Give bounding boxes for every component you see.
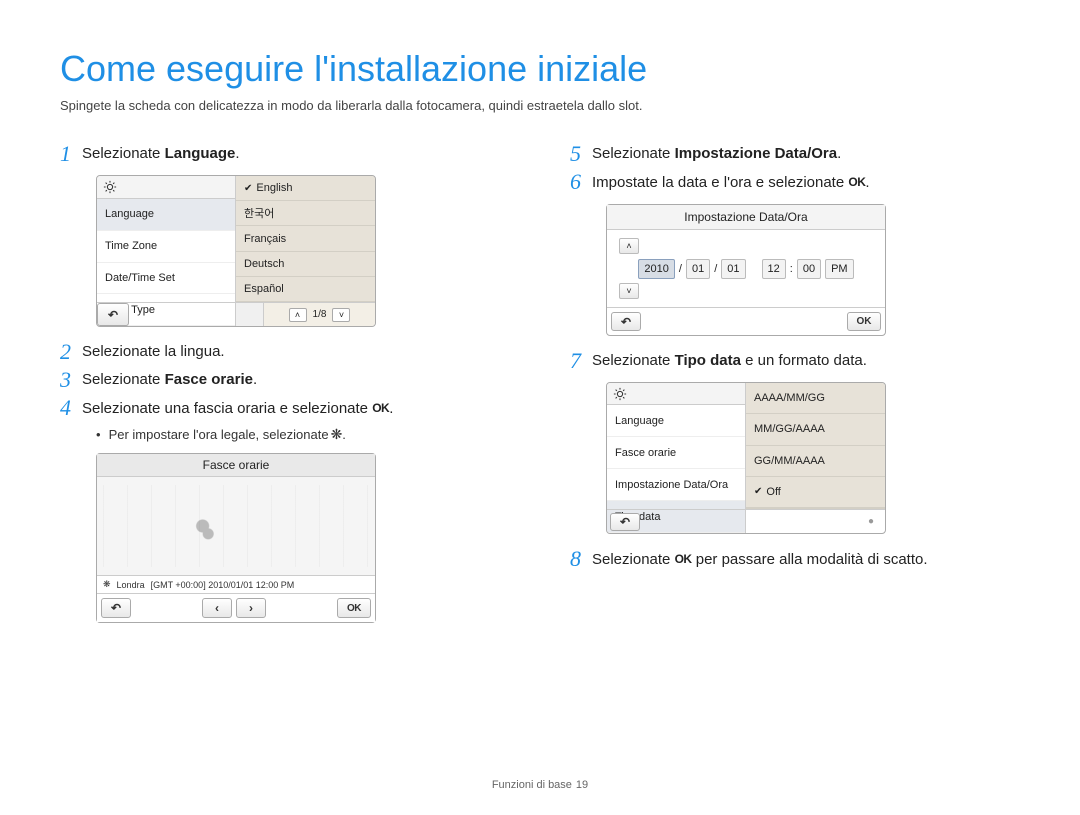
page-title: Come eseguire l'installazione iniziale — [60, 48, 1020, 90]
list-item[interactable]: Español — [236, 277, 375, 302]
prev-button[interactable]: ‹ — [202, 598, 232, 618]
dst-icon: ❋ — [331, 426, 343, 443]
back-button[interactable]: ↶ — [611, 312, 641, 331]
step-text-2: Selezionate la lingua. — [82, 341, 225, 363]
gear-header — [97, 176, 236, 198]
next-button[interactable]: › — [236, 598, 266, 618]
pager: ˄ 1/8 ˅ — [263, 303, 375, 326]
step-num-4: 4 — [60, 397, 82, 419]
step-num-7: 7 — [570, 350, 592, 372]
ok-icon: OK — [372, 397, 389, 419]
back-button[interactable]: ↶ — [101, 598, 131, 618]
year-field[interactable]: 2010 — [638, 259, 674, 279]
list-item[interactable]: Off — [746, 477, 885, 508]
page-footer: Funzioni di base19 — [0, 779, 1080, 791]
dst-icon[interactable]: ❋ — [103, 579, 111, 590]
list-item[interactable]: GG/MM/AAAA — [746, 446, 885, 477]
language-screen: Language Time Zone Date/Time Set Date Ty… — [96, 175, 376, 327]
value-up-button[interactable]: ˄ — [619, 238, 639, 254]
minute-field[interactable]: 00 — [797, 259, 821, 279]
tz-title: Fasce orarie — [97, 454, 375, 477]
tz-city: Londra — [117, 580, 145, 590]
back-button[interactable]: ↶ — [610, 513, 640, 531]
list-item[interactable]: Deutsch — [236, 252, 375, 277]
list-item[interactable]: 한국어 — [236, 201, 375, 226]
step4-subnote: Per impostare l'ora legale, selezionate … — [96, 426, 510, 443]
pager-label: 1/8 — [313, 309, 327, 320]
ok-button[interactable]: OK — [847, 312, 881, 331]
step-num-1: 1 — [60, 143, 82, 165]
step-text-3: Selezionate Fasce orarie. — [82, 369, 257, 391]
step-text-5: Selezionate Impostazione Data/Ora. — [592, 143, 841, 165]
page-down-button[interactable]: ˅ — [332, 308, 350, 322]
timezone-screen: Fasce orarie ❋ Londra [GMT +00:00] 2010/… — [96, 453, 376, 623]
intro-text: Spingete la scheda con delicatezza in mo… — [60, 98, 1020, 113]
gear-header — [607, 383, 746, 405]
step-num-3: 3 — [60, 369, 82, 391]
indicator-dot: ● — [868, 516, 874, 527]
step-text-7: Selezionate Tipo data e un formato data. — [592, 350, 867, 372]
gear-icon — [103, 180, 117, 194]
dt-title: Impostazione Data/Ora — [607, 205, 885, 230]
list-item[interactable]: AAAA/MM/GG — [746, 383, 885, 414]
back-button[interactable]: ↶ — [97, 303, 129, 326]
month-field[interactable]: 01 — [686, 259, 710, 279]
settings-right-list: AAAA/MM/GG MM/GG/AAAA GG/MM/AAAA Off — [746, 383, 885, 509]
step-num-6: 6 — [570, 171, 592, 193]
list-item[interactable]: Language — [97, 199, 235, 231]
gear-icon — [613, 387, 627, 401]
ampm-field[interactable]: PM — [825, 259, 854, 279]
step-text-1: Selezionate Language. — [82, 143, 240, 165]
step-num-8: 8 — [570, 548, 592, 570]
page-up-button[interactable]: ˄ — [289, 308, 307, 322]
list-item[interactable]: Date/Time Set — [97, 263, 235, 295]
list-item[interactable]: Language — [607, 405, 745, 437]
list-item[interactable]: Fasce orarie — [607, 437, 745, 469]
list-item[interactable]: MM/GG/AAAA — [746, 414, 885, 445]
world-map — [97, 477, 375, 576]
datetype-screen: Language Fasce orarie Impostazione Data/… — [606, 382, 886, 534]
tz-status: [GMT +00:00] 2010/01/01 12:00 PM — [151, 580, 295, 590]
list-item[interactable]: Time Zone — [97, 231, 235, 263]
list-item[interactable]: Français — [236, 226, 375, 251]
ok-button[interactable]: OK — [337, 598, 371, 618]
list-item[interactable]: English — [236, 176, 375, 201]
ok-icon: OK — [848, 171, 865, 193]
step-num-5: 5 — [570, 143, 592, 165]
value-down-button[interactable]: ˅ — [619, 283, 639, 299]
list-item[interactable]: Impostazione Data/Ora — [607, 469, 745, 501]
step-text-8: Selezionate OK per passare alla modalità… — [592, 548, 928, 571]
datetime-screen: Impostazione Data/Ora ˄ ˅ 2010 / 01 / 01… — [606, 204, 886, 336]
settings-right-list: English 한국어 Français Deutsch Español — [236, 176, 375, 302]
hour-field[interactable]: 12 — [762, 259, 786, 279]
ok-icon: OK — [675, 548, 692, 570]
step-text-6: Impostate la data e l'ora e selezionate … — [592, 171, 870, 194]
day-field[interactable]: 01 — [721, 259, 745, 279]
step-text-4: Selezionate una fascia oraria e selezion… — [82, 397, 393, 420]
step-num-2: 2 — [60, 341, 82, 363]
